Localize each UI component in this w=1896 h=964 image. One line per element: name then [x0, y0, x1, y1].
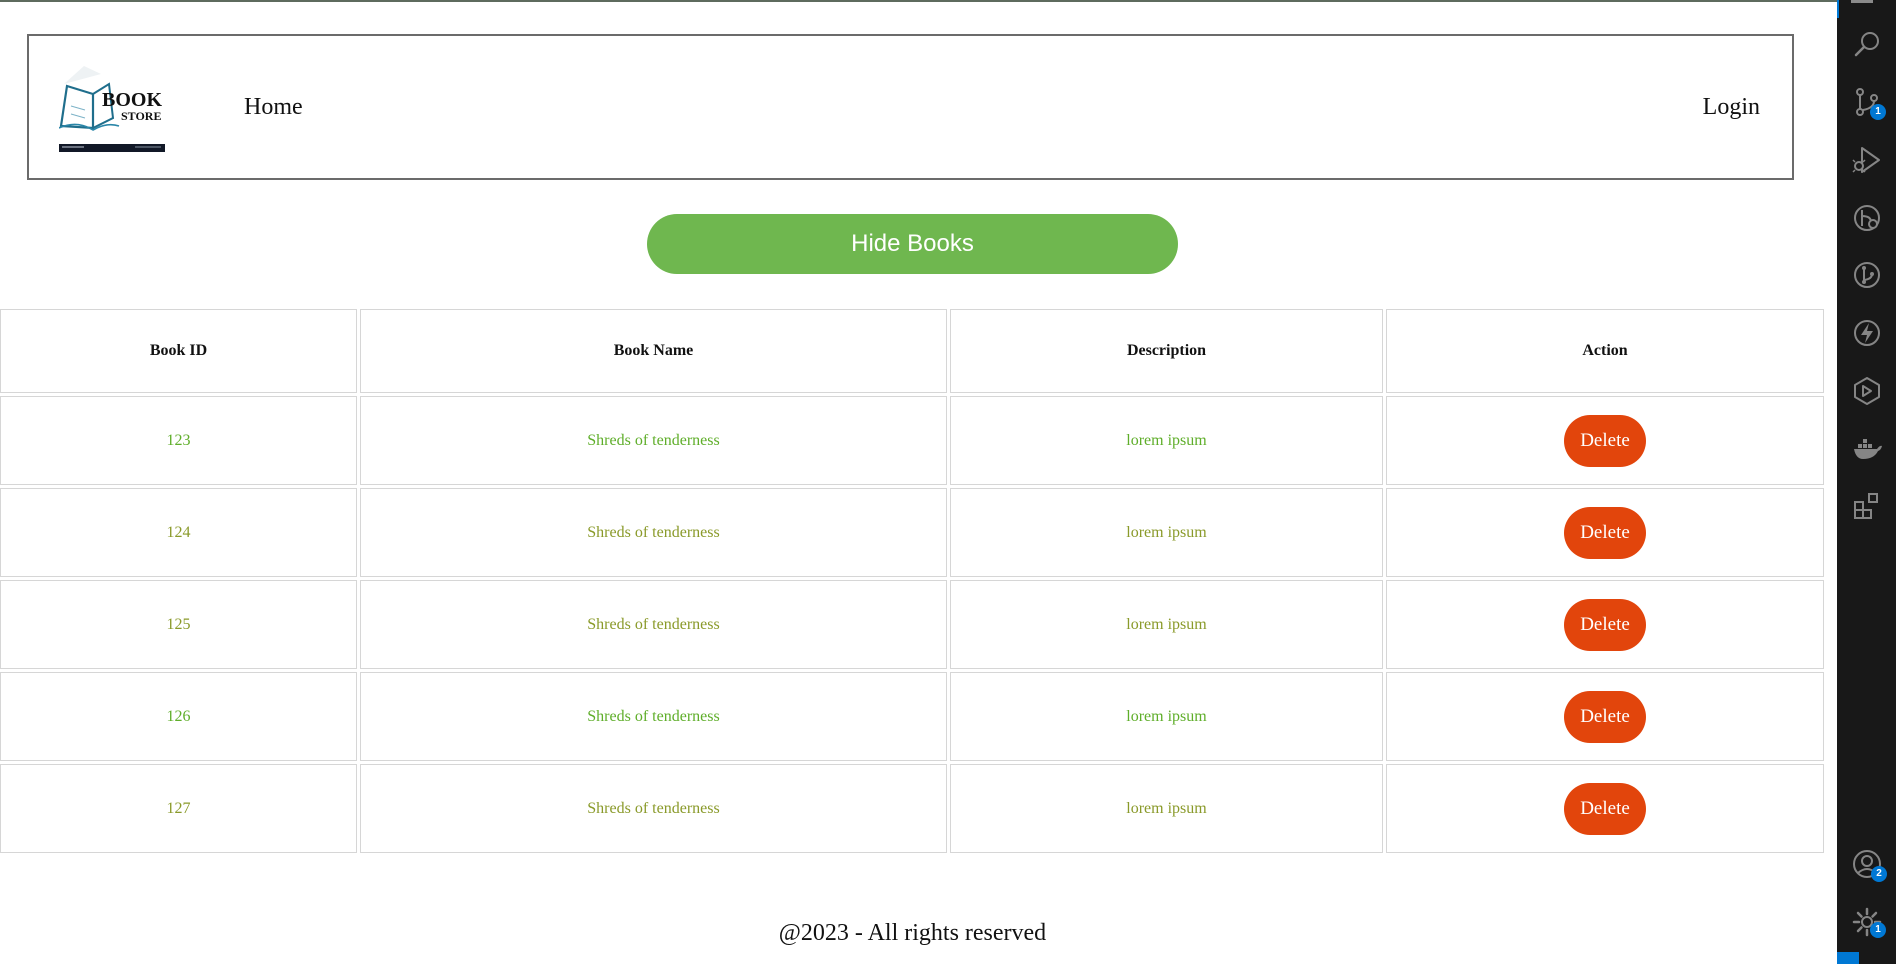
remote-indicator-icon[interactable]: [1837, 952, 1859, 964]
active-indicator: [1837, 0, 1839, 18]
nav-login-link[interactable]: Login: [1703, 94, 1760, 121]
web-app: BOOK STORE Home Login Hide Books Book ID…: [0, 0, 1837, 964]
github-icon[interactable]: [1851, 259, 1883, 291]
column-header-description: Description: [950, 309, 1383, 393]
action-cell: Delete: [1386, 764, 1824, 853]
description-cell: lorem ipsum: [950, 396, 1383, 485]
table-row: 127 Shreds of tenderness lorem ipsum Del…: [0, 764, 1824, 853]
bookstore-logo[interactable]: BOOK STORE: [58, 66, 165, 152]
action-cell: Delete: [1386, 580, 1824, 669]
books-table: Book ID Book Name Description Action 123…: [0, 306, 1827, 856]
delete-button[interactable]: Delete: [1564, 414, 1646, 467]
action-cell: Delete: [1386, 396, 1824, 485]
table-row: 123 Shreds of tenderness lorem ipsum Del…: [0, 396, 1824, 485]
extensions-icon[interactable]: [1851, 490, 1883, 522]
site-header: BOOK STORE Home Login: [27, 34, 1794, 180]
git-graph-icon[interactable]: [1851, 202, 1883, 234]
svg-text:STORE: STORE: [121, 109, 161, 123]
titlebar-fragment: [1851, 0, 1873, 3]
table-header-row: Book ID Book Name Description Action: [0, 309, 1824, 393]
table-row: 125 Shreds of tenderness lorem ipsum Del…: [0, 580, 1824, 669]
source-control-badge: 1: [1870, 104, 1886, 120]
table-row: 124 Shreds of tenderness lorem ipsum Del…: [0, 488, 1824, 577]
delete-button[interactable]: Delete: [1564, 598, 1646, 651]
delete-button[interactable]: Delete: [1564, 506, 1646, 559]
column-header-action: Action: [1386, 309, 1824, 393]
description-cell: lorem ipsum: [950, 764, 1383, 853]
activity-bar: 1 2 1: [1837, 0, 1896, 964]
table-row: 126 Shreds of tenderness lorem ipsum Del…: [0, 672, 1824, 761]
column-header-book-name: Book Name: [360, 309, 947, 393]
description-cell: lorem ipsum: [950, 580, 1383, 669]
book-name-cell: Shreds of tenderness: [360, 488, 947, 577]
accounts-badge: 2: [1871, 866, 1887, 882]
nav-home-link[interactable]: Home: [244, 94, 303, 121]
book-id-cell: 127: [0, 764, 357, 853]
delete-button[interactable]: Delete: [1564, 690, 1646, 743]
book-name-cell: Shreds of tenderness: [360, 672, 947, 761]
action-cell: Delete: [1386, 672, 1824, 761]
book-id-cell: 125: [0, 580, 357, 669]
svg-text:BOOK: BOOK: [102, 89, 162, 111]
book-name-cell: Shreds of tenderness: [360, 764, 947, 853]
run-debug-icon[interactable]: [1851, 144, 1883, 176]
remote-explorer-icon[interactable]: [1851, 375, 1883, 407]
book-name-cell: Shreds of tenderness: [360, 580, 947, 669]
lightning-icon[interactable]: [1851, 317, 1883, 349]
action-cell: Delete: [1386, 488, 1824, 577]
book-id-cell: 126: [0, 672, 357, 761]
docker-icon[interactable]: [1851, 433, 1883, 465]
hide-books-button[interactable]: Hide Books: [647, 214, 1178, 274]
description-cell: lorem ipsum: [950, 488, 1383, 577]
book-id-cell: 123: [0, 396, 357, 485]
book-name-cell: Shreds of tenderness: [360, 396, 947, 485]
search-icon[interactable]: [1851, 28, 1883, 60]
footer-copyright: @2023 - All rights reserved: [778, 920, 1047, 946]
book-logo-icon: BOOK STORE: [58, 66, 165, 152]
book-id-cell: 124: [0, 488, 357, 577]
description-cell: lorem ipsum: [950, 672, 1383, 761]
settings-badge: 1: [1870, 922, 1886, 938]
column-header-book-id: Book ID: [0, 309, 357, 393]
delete-button[interactable]: Delete: [1564, 782, 1646, 835]
